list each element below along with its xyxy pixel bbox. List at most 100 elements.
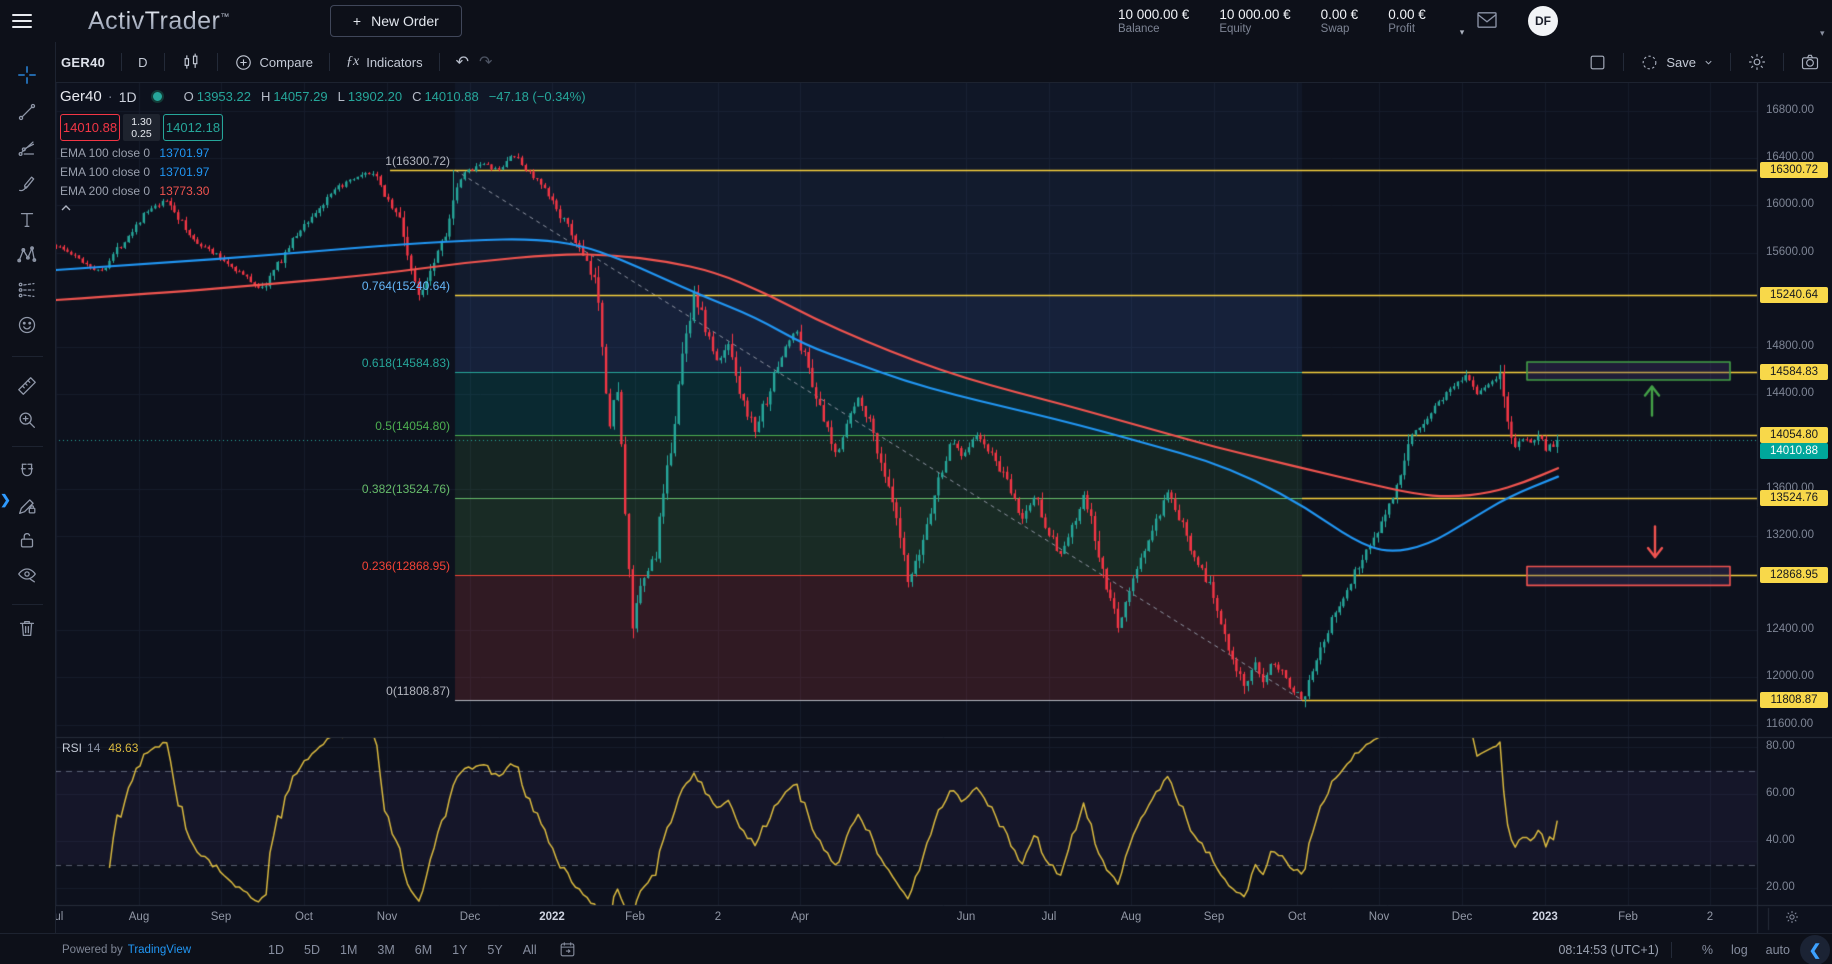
compare-button[interactable]: Compare	[228, 53, 319, 72]
chart-settings-button[interactable]	[1741, 52, 1773, 72]
time-axis-label: Oct	[295, 911, 313, 923]
app-logo: ActivTrader™	[88, 7, 230, 36]
xabcd-pattern-tool[interactable]	[16, 244, 38, 266]
panel-expand-chevron-icon[interactable]: ❯	[0, 492, 11, 508]
time-axis-label: Dec	[1452, 911, 1472, 923]
fib-level-label: 0(11808.87)	[386, 684, 450, 698]
range-button-1m[interactable]: 1M	[333, 941, 364, 959]
chart-type-button[interactable]	[175, 52, 207, 72]
symbol-toolbar: GER40 D Compare ƒx Indicators ↶ ↷	[55, 42, 1832, 83]
buy-ask-button[interactable]: 14012.18	[163, 114, 223, 141]
price-axis-tick: 11600.00	[1766, 718, 1813, 730]
price-axis-tick: 16000.00	[1766, 198, 1814, 210]
lock-all-tool[interactable]	[16, 529, 38, 551]
price-axis-tick: 16800.00	[1766, 104, 1814, 116]
profit-caret-icon[interactable]: ▾	[1460, 27, 1465, 38]
time-axis-label: Sep	[211, 911, 231, 923]
menu-icon[interactable]	[12, 14, 32, 28]
time-axis-label: Feb	[1618, 911, 1638, 923]
price-level-badge: 14054.80	[1760, 427, 1828, 443]
time-axis-label: Apr	[791, 911, 809, 923]
collapse-panel-chevron-icon[interactable]: ❮	[1800, 935, 1830, 964]
ema-legend-row[interactable]: EMA 100 close 0 13701.97	[60, 146, 586, 160]
zoom-in-tool[interactable]	[16, 409, 38, 431]
current-price-badge: 14010.88	[1760, 443, 1828, 459]
rsi-axis-tick: 60.00	[1766, 787, 1795, 799]
stat-balance: 10 000.00 €Balance	[1118, 7, 1189, 35]
camera-icon	[1800, 52, 1820, 72]
price-axis-tick: 14400.00	[1766, 387, 1814, 399]
new-order-button[interactable]: + New Order	[330, 5, 462, 37]
legend-interval[interactable]: 1D	[119, 89, 137, 105]
log-scale-button[interactable]: log	[1731, 943, 1748, 957]
price-axis-tick: 13200.00	[1766, 529, 1814, 541]
sell-bid-button[interactable]: 14010.88	[60, 114, 120, 141]
ema-legend-row[interactable]: EMA 200 close 0 13773.30	[60, 184, 586, 198]
fib-retracement-tool[interactable]	[16, 137, 38, 159]
emoji-tool[interactable]	[16, 314, 38, 336]
range-button-3m[interactable]: 3M	[370, 941, 401, 959]
rsi-axis-tick: 20.00	[1766, 881, 1795, 893]
time-axis-settings-gear-icon[interactable]	[1784, 909, 1800, 925]
tradingview-link[interactable]: TradingView	[128, 944, 191, 956]
toolbar-separator	[12, 446, 43, 447]
change-value: −47.18 (−0.34%)	[489, 89, 586, 104]
chart-legend: Ger40 · 1D O13953.22 H14057.29 L13902.20…	[60, 88, 586, 212]
clock[interactable]: 08:14:53 (UTC+1)	[1558, 943, 1658, 957]
mail-icon[interactable]	[1476, 11, 1498, 29]
fib-level-label: 0.764(15240.64)	[362, 279, 450, 293]
range-button-1y[interactable]: 1Y	[445, 941, 474, 959]
go-to-date-button[interactable]	[558, 940, 577, 959]
range-button-all[interactable]: All	[516, 941, 544, 959]
hide-drawings-tool[interactable]	[16, 563, 38, 585]
range-button-6m[interactable]: 6M	[408, 941, 439, 959]
fib-level-label: 0.618(14584.83)	[362, 356, 450, 370]
ohlc-values: O13953.22 H14057.29 L13902.20 C14010.88 …	[184, 89, 586, 104]
time-axis-label: 2023	[1532, 911, 1558, 923]
interval-button[interactable]: D	[132, 55, 153, 70]
legend-symbol[interactable]: Ger40	[60, 88, 102, 105]
header-collapse-caret-icon[interactable]: ▾	[1820, 28, 1825, 39]
forecast-tool[interactable]	[16, 279, 38, 301]
indicators-button[interactable]: ƒx Indicators	[340, 54, 429, 70]
layout-button[interactable]	[1582, 53, 1613, 72]
legend-collapse-icon[interactable]	[60, 204, 586, 212]
remove-drawings-tool[interactable]	[16, 617, 38, 639]
range-button-5y[interactable]: 5Y	[480, 941, 509, 959]
symbol-button[interactable]: GER40	[55, 55, 111, 70]
price-level-badge: 15240.64	[1760, 287, 1828, 303]
time-axis-label: Oct	[1288, 911, 1306, 923]
time-axis-label: Aug	[1121, 911, 1141, 923]
price-level-badge: 14584.83	[1760, 364, 1828, 380]
trend-line-tool[interactable]	[16, 101, 38, 123]
cloud-save-icon	[1640, 53, 1659, 72]
ema-legend-row[interactable]: EMA 100 close 0 13701.97	[60, 165, 586, 179]
time-axis-label: 2	[1707, 911, 1713, 923]
plus-icon: +	[353, 13, 361, 29]
crosshair-tool[interactable]	[16, 64, 38, 86]
save-button[interactable]: Save	[1634, 53, 1720, 72]
drawing-lock-tool[interactable]	[16, 495, 38, 517]
avatar[interactable]: DF	[1528, 6, 1558, 36]
ruler-tool[interactable]	[16, 375, 38, 397]
text-tool[interactable]	[16, 209, 38, 231]
auto-scale-button[interactable]: auto	[1766, 943, 1790, 957]
brush-tool[interactable]	[16, 173, 38, 195]
rsi-legend[interactable]: RSI1448.63	[62, 741, 138, 755]
layout-square-icon	[1588, 53, 1607, 72]
time-axis-label: 2	[715, 911, 721, 923]
screenshot-button[interactable]	[1794, 52, 1826, 72]
drawing-toolbar	[0, 42, 56, 933]
range-button-1d[interactable]: 1D	[261, 941, 291, 959]
time-axis-label: Nov	[377, 911, 397, 923]
trademark: ™	[220, 11, 230, 21]
magnet-tool[interactable]	[16, 461, 38, 483]
range-button-5d[interactable]: 5D	[297, 941, 327, 959]
time-axis-label: Feb	[625, 911, 645, 923]
redo-icon[interactable]: ↷	[475, 52, 496, 72]
percent-scale-button[interactable]: %	[1702, 943, 1713, 957]
market-status-dot[interactable]	[151, 90, 164, 103]
undo-icon[interactable]: ↶	[450, 52, 475, 72]
time-axis-label: Jul	[1042, 911, 1057, 923]
price-level-badge: 16300.72	[1760, 162, 1828, 178]
